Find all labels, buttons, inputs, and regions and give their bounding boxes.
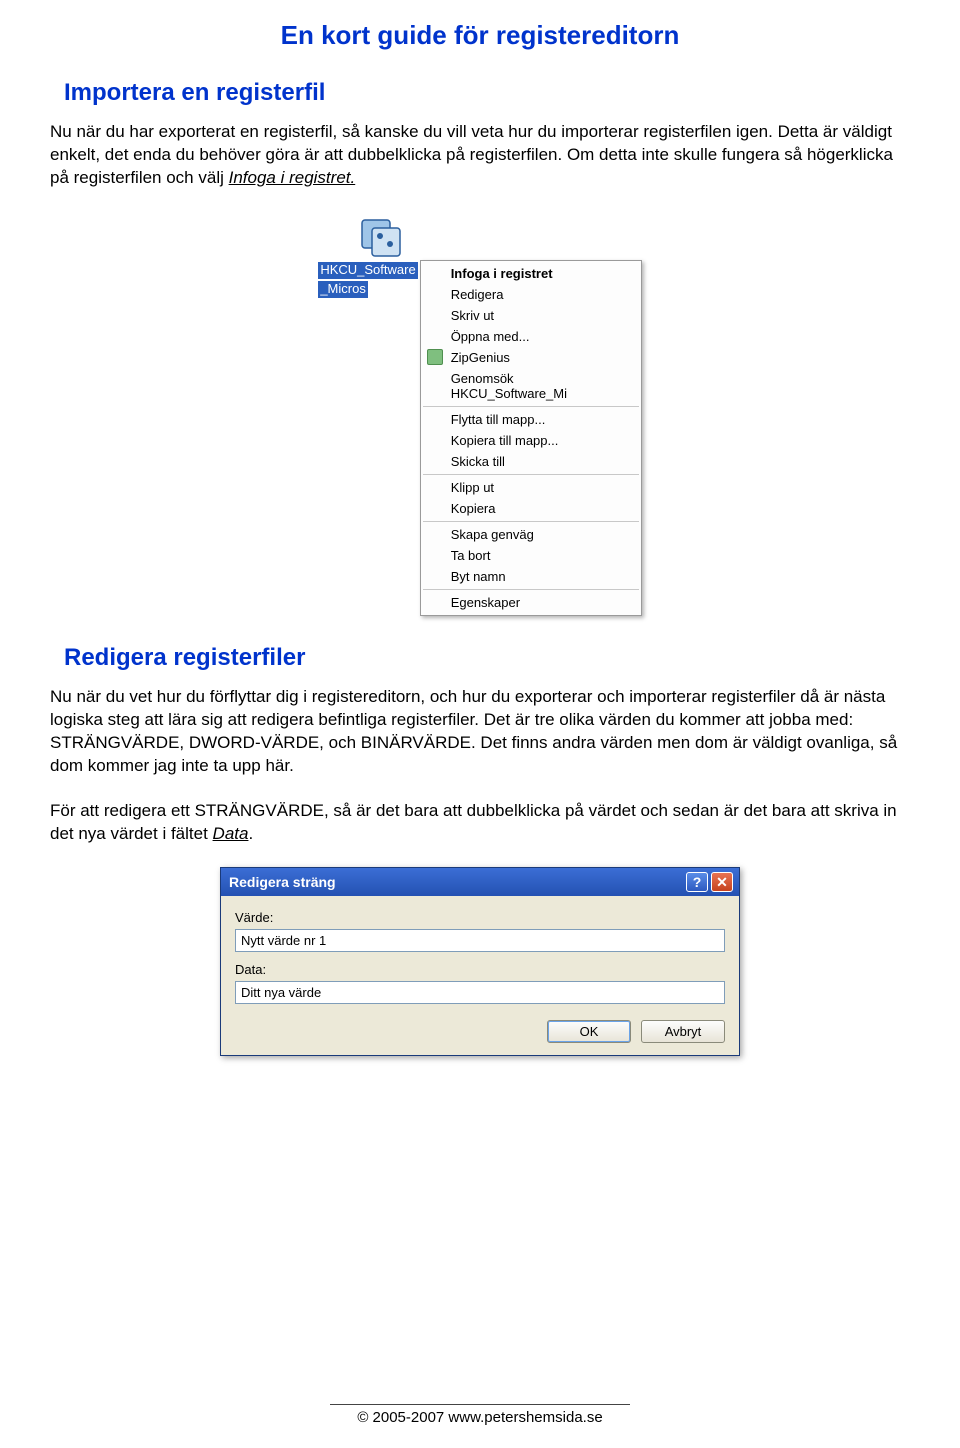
- menu-item-label: Genomsök HKCU_Software_Mi: [451, 371, 567, 401]
- section-heading-edit: Redigera registerfiler: [64, 644, 910, 672]
- dialog-titlebar: Redigera sträng ? ✕: [221, 868, 739, 896]
- menu-item[interactable]: Klipp ut: [421, 477, 641, 498]
- menu-item[interactable]: Infoga i registret: [421, 263, 641, 284]
- ok-button[interactable]: OK: [547, 1020, 631, 1043]
- menu-item[interactable]: Genomsök HKCU_Software_Mi: [421, 368, 641, 404]
- paragraph-import-emphasis: Infoga i registret.: [229, 168, 356, 187]
- menu-item[interactable]: ZipGenius: [421, 347, 641, 368]
- context-menu: Infoga i registret Redigera Skriv ut Öppna …: [420, 260, 642, 616]
- menu-separator: [423, 406, 639, 407]
- registry-file-icon: [358, 212, 406, 260]
- menu-item-label: ZipGenius: [451, 350, 510, 365]
- icon-filename-line1: HKCU_Software: [318, 262, 417, 279]
- menu-item-label: Infoga i registret: [451, 266, 553, 281]
- paragraph-edit-2-post: .: [248, 824, 253, 843]
- paragraph-edit-2-em: Data: [213, 824, 249, 843]
- icon-filename-line2: _Micros: [318, 281, 368, 298]
- menu-item-label: Ta bort: [451, 548, 491, 563]
- zipgenius-icon: [427, 349, 443, 365]
- menu-item-label: Redigera: [451, 287, 504, 302]
- menu-item-label: Egenskaper: [451, 595, 520, 610]
- close-button[interactable]: ✕: [711, 872, 733, 892]
- cancel-button[interactable]: Avbryt: [641, 1020, 725, 1043]
- menu-item-label: Klipp ut: [451, 480, 494, 495]
- paragraph-import: Nu när du har exporterat en registerfil,…: [50, 121, 910, 190]
- input-data[interactable]: [235, 981, 725, 1004]
- edit-string-dialog: Redigera sträng ? ✕ Värde: Data: OK Avbr…: [220, 867, 740, 1056]
- paragraph-edit-2: För att redigera ett STRÄNGVÄRDE, så är …: [50, 800, 910, 846]
- menu-item-label: Öppna med...: [451, 329, 530, 344]
- label-value: Värde:: [235, 910, 725, 925]
- document-title: En kort guide för registereditorn: [50, 20, 910, 51]
- section-heading-import: Importera en registerfil: [64, 79, 910, 107]
- page-footer: © 2005-2007 www.petershemsida.se: [0, 1404, 960, 1426]
- menu-item[interactable]: Redigera: [421, 284, 641, 305]
- menu-item[interactable]: Kopiera till mapp...: [421, 430, 641, 451]
- menu-separator: [423, 521, 639, 522]
- menu-item[interactable]: Ta bort: [421, 545, 641, 566]
- paragraph-edit-1: Nu när du vet hur du förflyttar dig i re…: [50, 686, 910, 778]
- footer-text: © 2005-2007 www.petershemsida.se: [357, 1409, 602, 1426]
- menu-item[interactable]: Byt namn: [421, 566, 641, 587]
- input-value[interactable]: [235, 929, 725, 952]
- context-menu-figure: HKCU_Software _Micros Infoga i registret…: [50, 212, 910, 616]
- footer-separator: [330, 1404, 630, 1405]
- dialog-title: Redigera sträng: [229, 874, 683, 890]
- menu-item[interactable]: Skriv ut: [421, 305, 641, 326]
- paragraph-edit-2-pre: För att redigera ett STRÄNGVÄRDE, så är …: [50, 801, 897, 843]
- label-data: Data:: [235, 962, 725, 977]
- menu-item-label: Byt namn: [451, 569, 506, 584]
- menu-item[interactable]: Flytta till mapp...: [421, 409, 641, 430]
- menu-item[interactable]: Skapa genväg: [421, 524, 641, 545]
- menu-item[interactable]: Egenskaper: [421, 592, 641, 613]
- paragraph-import-text: Nu när du har exporterat en registerfil,…: [50, 122, 893, 187]
- menu-item-label: Kopiera till mapp...: [451, 433, 559, 448]
- help-button[interactable]: ?: [686, 872, 708, 892]
- menu-item-label: Skriv ut: [451, 308, 494, 323]
- menu-separator: [423, 589, 639, 590]
- menu-item-label: Skicka till: [451, 454, 505, 469]
- menu-item-label: Flytta till mapp...: [451, 412, 546, 427]
- menu-item[interactable]: Skicka till: [421, 451, 641, 472]
- menu-item-label: Skapa genväg: [451, 527, 534, 542]
- menu-item[interactable]: Kopiera: [421, 498, 641, 519]
- menu-item[interactable]: Öppna med...: [421, 326, 641, 347]
- menu-item-label: Kopiera: [451, 501, 496, 516]
- menu-separator: [423, 474, 639, 475]
